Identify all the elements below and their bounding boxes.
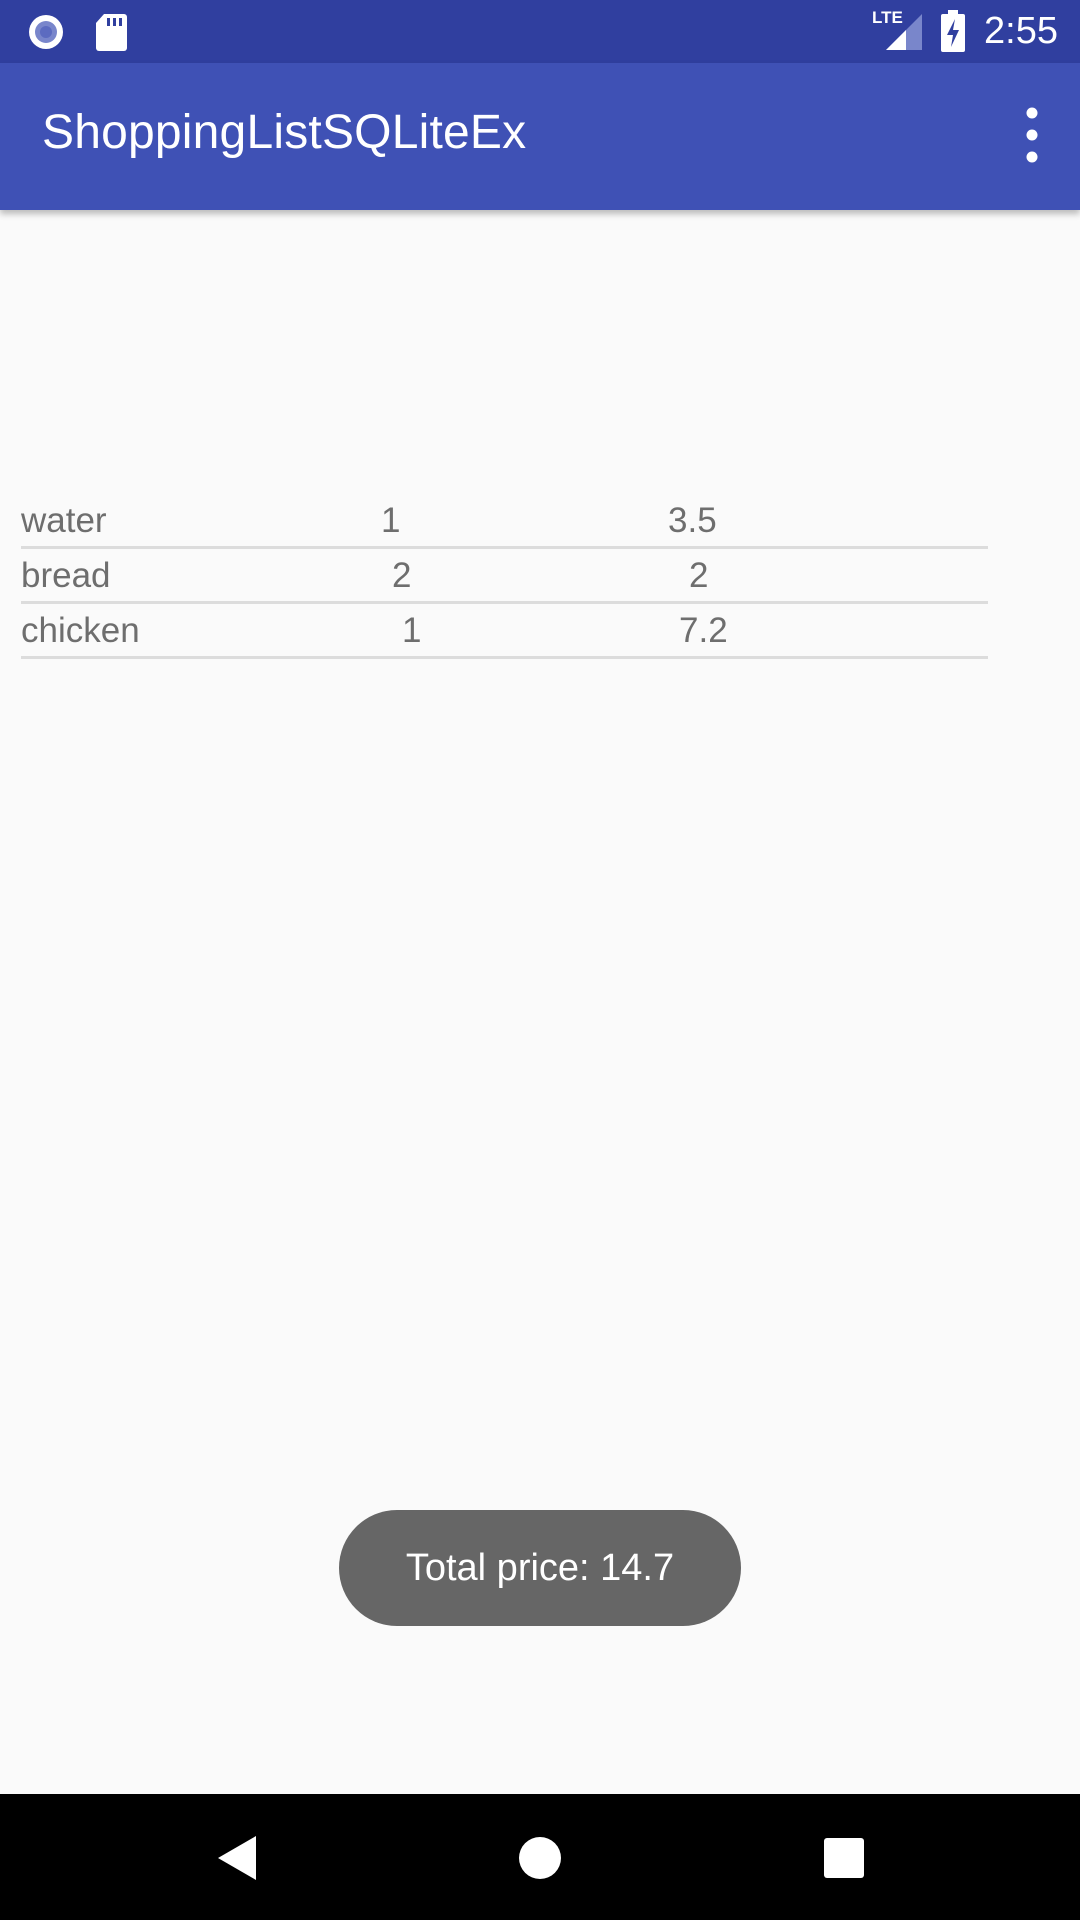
battery-charging-icon	[941, 10, 965, 52]
lte-signal-icon: LTE	[872, 8, 924, 52]
item-price: 7.2	[679, 611, 728, 650]
home-icon[interactable]	[505, 1822, 575, 1892]
item-quantity: 2	[392, 556, 412, 595]
item-quantity: 1	[402, 611, 422, 650]
item-price: 3.5	[668, 501, 717, 540]
list-item[interactable]: chicken 1 7.2	[21, 604, 988, 659]
overflow-menu-icon[interactable]	[1012, 101, 1052, 171]
record-icon	[29, 15, 63, 49]
item-name: water	[21, 501, 107, 540]
app-bar: ShoppingListSQLiteEx	[0, 63, 1080, 210]
item-name: chicken	[21, 611, 140, 650]
status-time: 2:55	[984, 10, 1058, 52]
shopping-list: water 1 3.5 bread 2 2 chicken 1 7.2	[21, 494, 988, 659]
status-bar: LTE 2:55	[0, 0, 1080, 63]
list-item[interactable]: water 1 3.5	[21, 494, 988, 549]
total-price-toast: Total price: 14.7	[339, 1510, 741, 1626]
item-price: 2	[689, 556, 709, 595]
app-title: ShoppingListSQLiteEx	[42, 106, 527, 159]
back-icon[interactable]	[202, 1822, 272, 1892]
toast-text: Total price: 14.7	[405, 1546, 675, 1589]
recents-icon[interactable]	[809, 1822, 879, 1892]
item-name: bread	[21, 556, 111, 595]
sd-card-icon	[96, 14, 127, 51]
list-item[interactable]: bread 2 2	[21, 549, 988, 604]
navigation-bar	[0, 1794, 1080, 1920]
item-quantity: 1	[381, 501, 401, 540]
